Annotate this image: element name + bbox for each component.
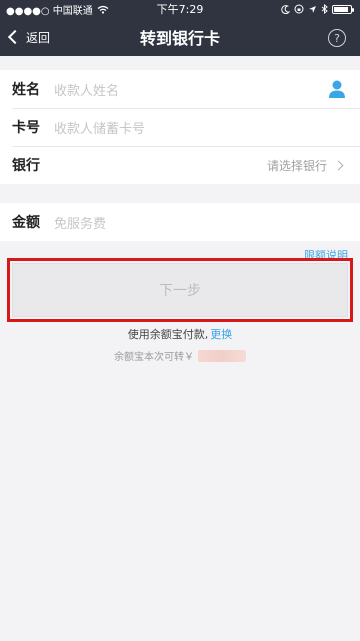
location-icon [309, 5, 316, 13]
bank-selector[interactable]: 请选择银行 [266, 146, 344, 184]
amount-label: 金额 [12, 215, 40, 231]
back-button[interactable]: 返回 [7, 18, 51, 56]
payment-method-line: 使用余额宝付款, 更换 [0, 326, 360, 342]
bank-label: 银行 [12, 158, 40, 174]
status-right [281, 4, 354, 14]
rotation-lock-icon [294, 4, 304, 14]
card-number-input[interactable]: 收款人储蓄卡号 [54, 108, 145, 146]
blurred-amount [198, 349, 246, 362]
moon-icon [281, 4, 290, 14]
contact-icon[interactable] [328, 79, 346, 99]
back-label: 返回 [26, 30, 51, 45]
navigation-bar: 返回 转到银行卡 ? [0, 18, 360, 56]
next-step-button[interactable]: 下一步 [12, 263, 348, 317]
amount-input[interactable]: 免服务费 [54, 203, 106, 241]
payment-method-text: 使用余额宝付款, [127, 328, 209, 341]
bank-hint: 请选择银行 [266, 158, 327, 173]
status-bar: ●●●●○ 中国联通 下午7:29 [0, 0, 360, 18]
amount-form: 金额 免服务费 [0, 203, 360, 241]
page-title: 转到银行卡 [139, 29, 220, 48]
balance-line: 余额宝本次可转￥ [0, 348, 360, 363]
change-payment-link[interactable]: 更换 [210, 328, 232, 341]
balance-text: 余额宝本次可转￥ [114, 352, 194, 363]
card-row[interactable]: 卡号 收款人储蓄卡号 [0, 108, 360, 146]
chevron-left-icon [7, 29, 23, 45]
bluetooth-icon [321, 4, 328, 14]
recipient-form: 姓名 收款人姓名 卡号 收款人储蓄卡号 银行 请选择银行 [0, 70, 360, 184]
amount-row[interactable]: 金额 免服务费 [0, 203, 360, 241]
name-label: 姓名 [12, 82, 40, 98]
help-icon[interactable]: ? [328, 29, 346, 47]
top-bar: ●●●●○ 中国联通 下午7:29 返回 转到银行卡 ? [0, 0, 360, 56]
chevron-right-icon [333, 160, 344, 170]
bank-row[interactable]: 银行 请选择银行 [0, 146, 360, 184]
name-input[interactable]: 收款人姓名 [54, 70, 119, 108]
card-label: 卡号 [12, 120, 40, 136]
name-row[interactable]: 姓名 收款人姓名 [0, 70, 360, 108]
battery-icon [332, 4, 354, 14]
